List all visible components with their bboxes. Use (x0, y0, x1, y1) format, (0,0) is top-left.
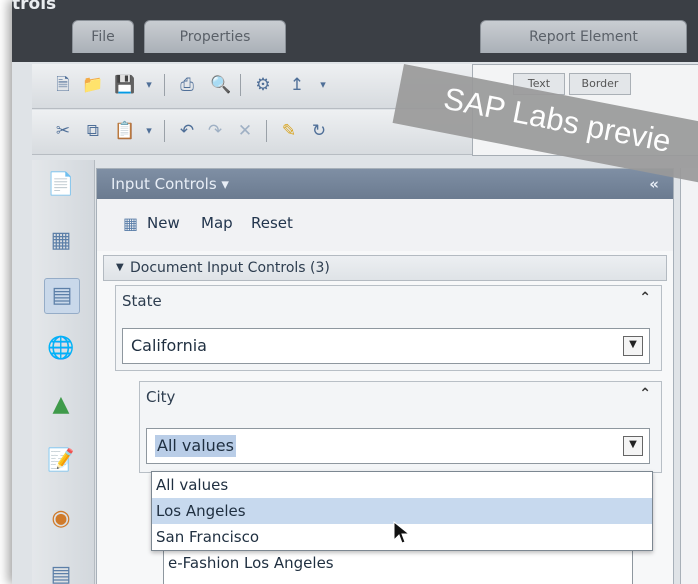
toolbar-divider (240, 74, 241, 96)
city-label: City (146, 388, 176, 406)
expand-triangle-icon[interactable]: ▼ (116, 256, 124, 280)
save-icon[interactable]: 💾 (112, 72, 138, 98)
panel-title[interactable]: Input Controls ▾ (111, 169, 229, 199)
collapse-chevron-icon[interactable]: ⌃ (639, 290, 651, 306)
input-controls-panel: Input Controls ▾ « ▦ New Map Reset ▼ Doc… (96, 168, 674, 584)
app-window: trols File Properties Report Element 🗎 📁… (12, 0, 698, 584)
undo-icon[interactable]: ↶ (174, 118, 200, 144)
delete-icon[interactable]: ✕ (232, 118, 258, 144)
new-button[interactable]: New (147, 214, 180, 232)
map-button[interactable]: Map (201, 214, 233, 232)
report-icon[interactable]: 📄 (44, 168, 78, 202)
state-control: State ⌃ California ▼ (115, 285, 662, 371)
dropdown-arrow-icon[interactable]: ▼ (623, 436, 643, 456)
city-control: City ⌃ All values ▼ (139, 381, 662, 473)
filter-icon[interactable]: ◉ (44, 502, 78, 536)
values-list[interactable]: e-Fashion Los Angeles (163, 547, 633, 584)
find-icon[interactable]: 🔍 (208, 72, 234, 98)
tab-report-element[interactable]: Report Element (480, 20, 687, 53)
tab-file[interactable]: File (72, 20, 134, 53)
left-sidebar: 📄 ▦ ▤ 🌐 ▲ 📝 ◉ ▤ (32, 160, 95, 584)
list-icon[interactable]: ▤ (44, 558, 78, 584)
paste-dropdown-icon[interactable]: ▾ (136, 118, 162, 144)
document-edit-icon[interactable]: 📝 (44, 444, 78, 478)
print-icon[interactable]: ⎙ (174, 72, 200, 98)
panel-header: Input Controls ▾ « (97, 169, 673, 199)
tab-border[interactable]: Border (569, 73, 631, 95)
state-select[interactable]: California ▼ (122, 328, 650, 364)
globe-icon[interactable]: 🌐 (44, 332, 78, 366)
export-dropdown-icon[interactable]: ▾ (310, 72, 336, 98)
save-dropdown-icon[interactable]: ▾ (136, 72, 162, 98)
input-controls-icon[interactable]: ▤ (44, 278, 80, 314)
reset-button[interactable]: Reset (251, 214, 293, 232)
document-input-controls-header[interactable]: ▼ Document Input Controls (3) (103, 255, 667, 281)
dropdown-arrow-icon[interactable]: ▼ (623, 336, 643, 356)
toolbar-divider (164, 74, 165, 96)
panel-toolbar: ▦ New Map Reset (97, 199, 673, 251)
refresh-icon[interactable]: ↻ (306, 118, 332, 144)
cut-icon[interactable]: ✂ (50, 118, 76, 144)
dropdown-option[interactable]: All values (152, 472, 652, 498)
mouse-pointer-icon (393, 520, 411, 544)
state-label: State (122, 292, 162, 310)
collapse-chevron-icon[interactable]: ⌃ (639, 386, 651, 402)
city-selected-value: All values (155, 435, 236, 457)
city-select[interactable]: All values ▼ (146, 428, 650, 464)
new-document-icon[interactable]: 🗎 (50, 72, 76, 98)
ribbon-tab-bar: trols File Properties Report Element (12, 0, 698, 62)
app-title: trols (12, 0, 57, 14)
export-icon[interactable]: ▲ (44, 388, 78, 422)
structure-icon[interactable]: ▦ (44, 224, 78, 258)
redo-icon[interactable]: ↷ (202, 118, 228, 144)
list-item[interactable]: e-Fashion Los Angeles (168, 554, 334, 572)
state-selected-value: California (131, 336, 207, 355)
track-changes-icon[interactable]: ⚙ (250, 72, 276, 98)
paste-icon[interactable]: 📋 (112, 118, 138, 144)
document-input-controls-label: Document Input Controls (3) (130, 260, 330, 276)
export-icon[interactable]: ↥ (284, 72, 310, 98)
report-canvas-edge (680, 168, 698, 584)
toolbar-divider (164, 120, 165, 142)
toolbar-divider (266, 120, 267, 142)
copy-icon[interactable]: ⧉ (80, 118, 106, 144)
format-painter-icon[interactable]: ✎ (276, 118, 302, 144)
tab-properties[interactable]: Properties (144, 20, 286, 53)
open-folder-icon[interactable]: 📁 (80, 72, 106, 98)
new-control-icon[interactable]: ▦ (123, 214, 138, 233)
